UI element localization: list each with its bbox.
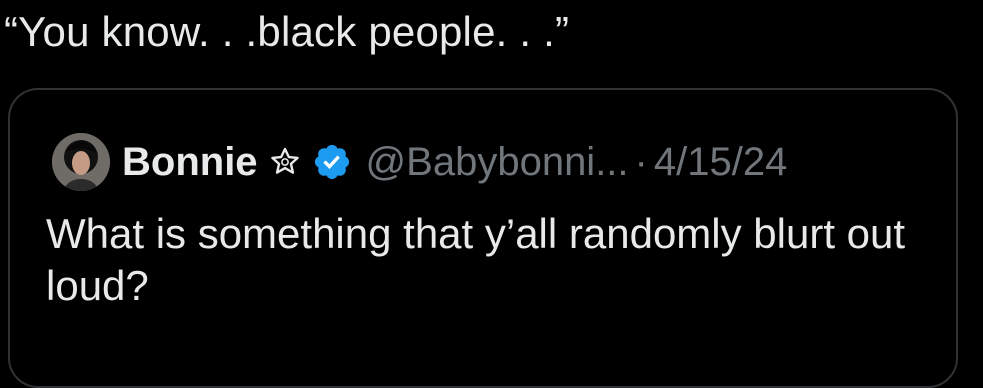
post-date[interactable]: 4/15/24 bbox=[654, 140, 787, 185]
display-name[interactable]: Bonnie bbox=[122, 140, 258, 185]
quoted-post-header: Bonnie @Babybonni... · 4/15/24 bbox=[52, 132, 787, 192]
post-text: “You know. . .black people. . .” bbox=[4, 8, 570, 55]
verified-badge-icon[interactable] bbox=[312, 142, 352, 182]
user-handle[interactable]: @Babybonni... bbox=[366, 140, 629, 185]
separator-dot: · bbox=[634, 139, 648, 184]
star-icon bbox=[268, 145, 302, 179]
avatar[interactable] bbox=[52, 133, 110, 191]
quoted-post-text: What is something that y’all randomly bl… bbox=[46, 210, 906, 309]
quoted-post-card[interactable]: Bonnie @Babybonni... · 4/15/24 What is s… bbox=[8, 88, 958, 388]
